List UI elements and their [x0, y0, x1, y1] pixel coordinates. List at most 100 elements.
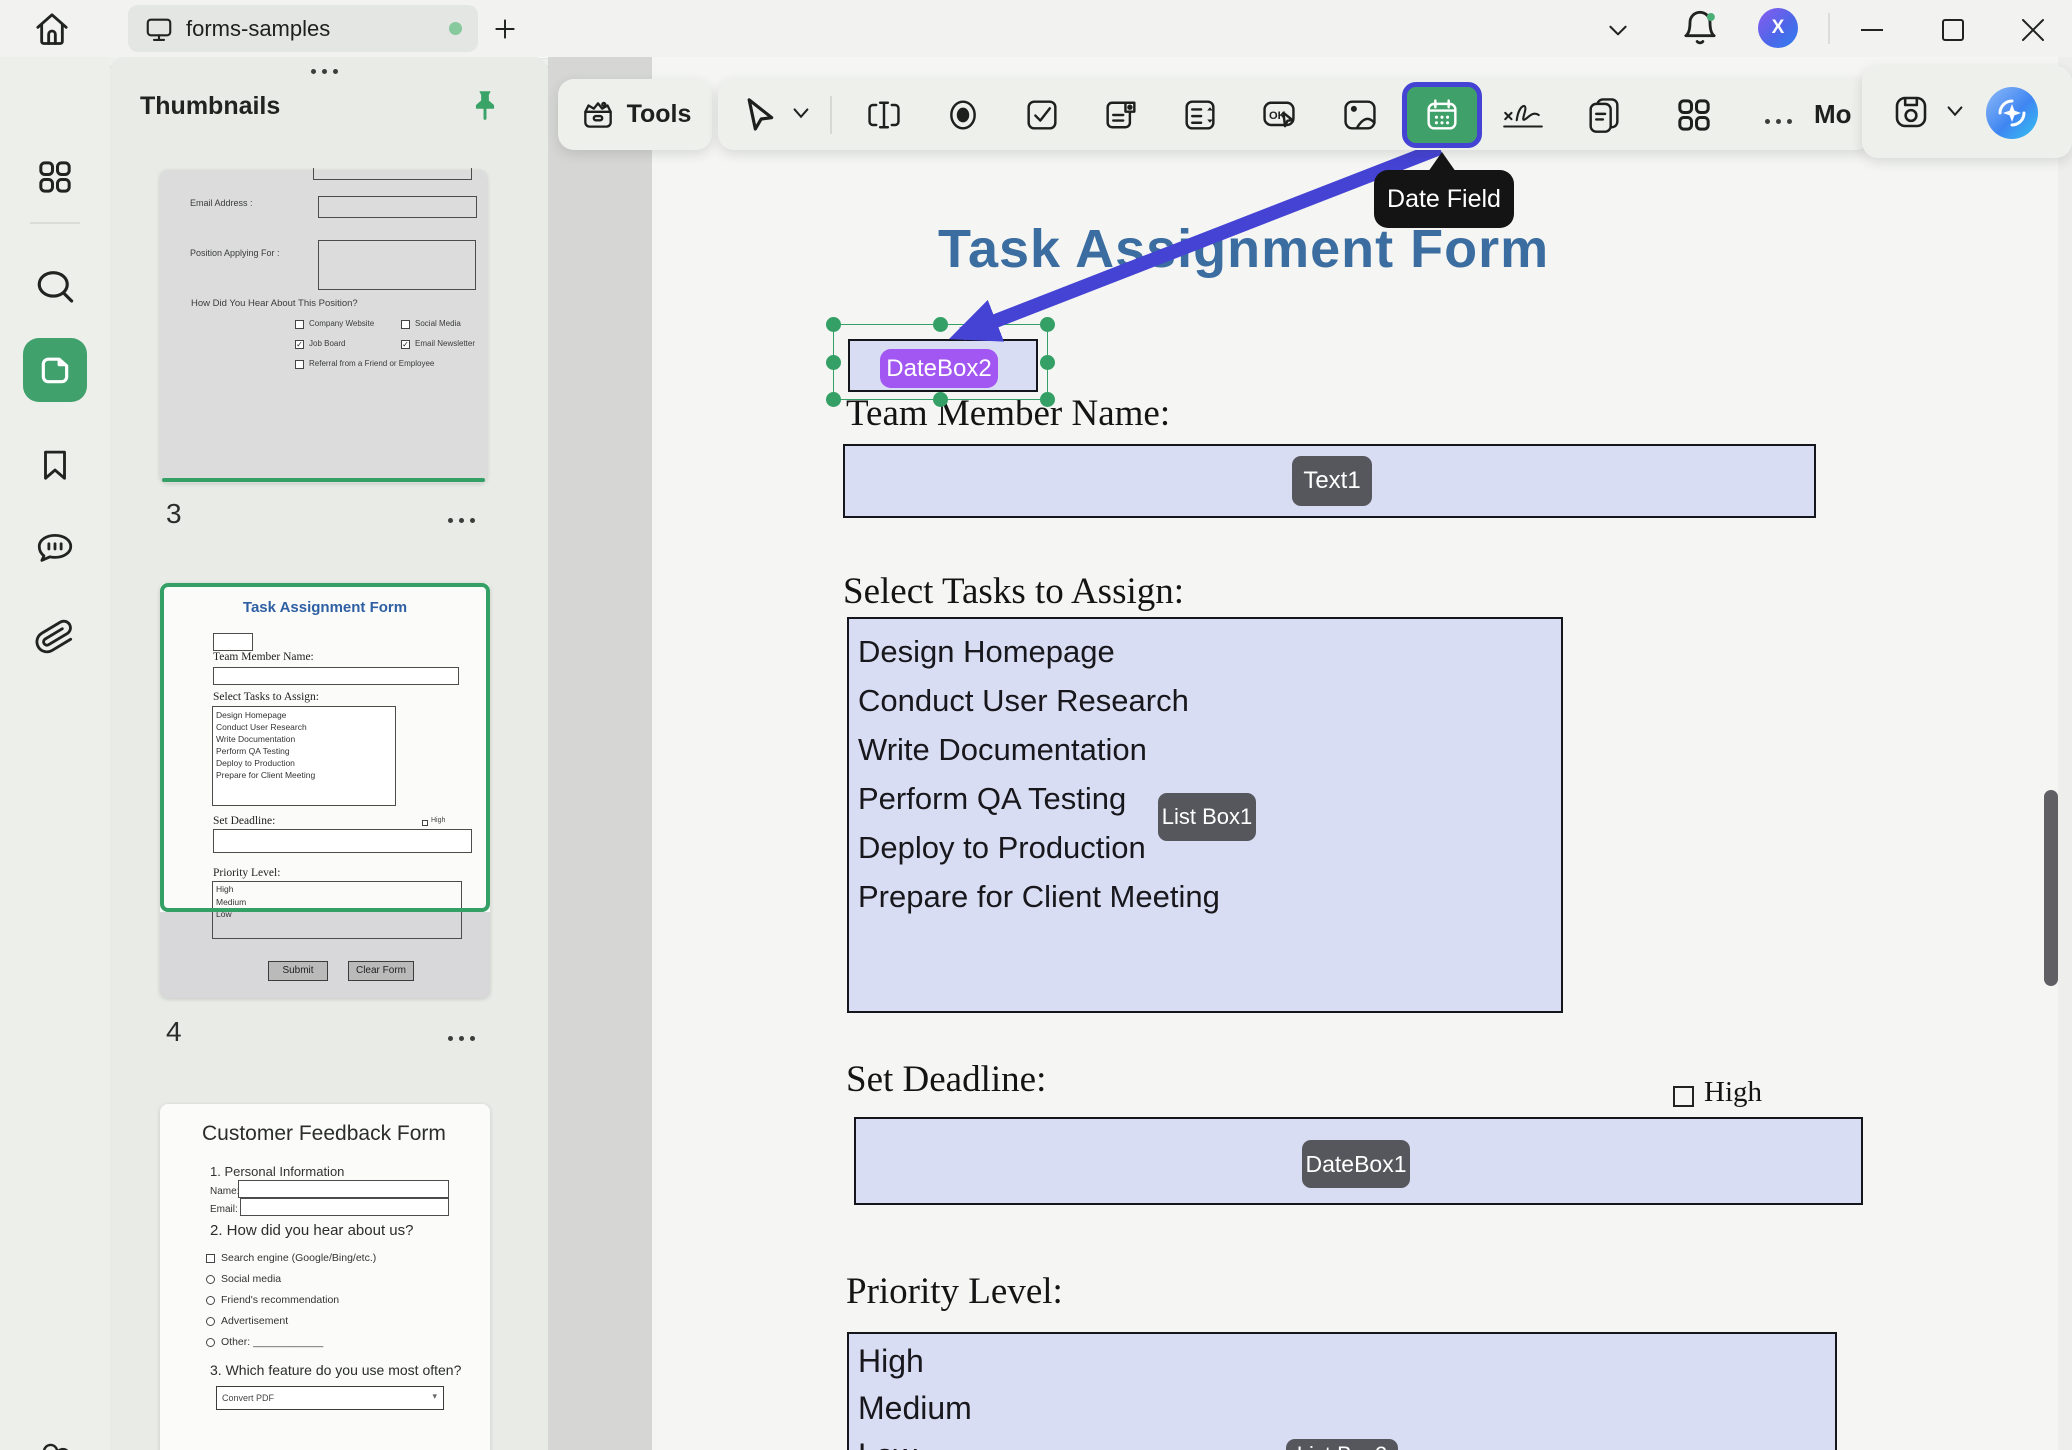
page-4-menu-button[interactable]	[445, 1028, 478, 1046]
list-box-icon	[1180, 95, 1220, 135]
image-field-icon	[1340, 95, 1380, 135]
mini-checkbox	[206, 1254, 215, 1263]
section-label: How Did You Hear About This Position?	[191, 298, 358, 309]
account-avatar[interactable]: X	[1758, 8, 1798, 48]
email-field	[318, 196, 477, 218]
combo-box-tool[interactable]	[1101, 95, 1141, 135]
task-item[interactable]: Write Documentation	[858, 725, 1561, 774]
selection-handle-w[interactable]	[826, 355, 841, 370]
mini-section: 3. Which feature do you use most often?	[210, 1362, 461, 1378]
mini-submit-button: Submit	[268, 961, 328, 981]
page-4-card[interactable]: Task Assignment Form Team Member Name: S…	[160, 583, 490, 998]
page-5-card[interactable]: Customer Feedback Form 1. Personal Infor…	[160, 1104, 490, 1450]
tab-list-button[interactable]	[1605, 17, 1631, 43]
mini-option-label: Advertisement	[221, 1315, 288, 1327]
chevron-down-icon	[1944, 103, 1966, 121]
tools-label: Tools	[627, 100, 692, 129]
push-button-tool[interactable]: OK	[1259, 95, 1299, 135]
arrange-fields-tool[interactable]	[1674, 95, 1714, 135]
combo-box-icon	[1101, 95, 1141, 135]
listbox2-field[interactable]: High Medium Low	[847, 1332, 1837, 1450]
priority-item[interactable]: Medium	[858, 1385, 1835, 1432]
selection-handle-n[interactable]	[933, 317, 948, 332]
scrollbar-track[interactable]	[2058, 57, 2072, 1450]
toolbar-more-button[interactable]	[1762, 111, 1795, 129]
document-tab[interactable]: forms-samples	[128, 5, 478, 52]
rail-grid-button[interactable]	[23, 145, 87, 209]
select-tool-button[interactable]	[740, 94, 780, 134]
new-tab-button[interactable]	[492, 16, 518, 42]
home-button[interactable]	[32, 9, 72, 49]
panel-drag-handle[interactable]	[308, 61, 341, 79]
priority-item[interactable]: High	[858, 1338, 1835, 1385]
page-number: 3	[166, 498, 182, 530]
mini-section: 2. How did you hear about us?	[210, 1222, 413, 1239]
close-icon	[2013, 17, 2053, 43]
panel-title: Thumbnails	[140, 92, 280, 121]
notifications-button[interactable]	[1680, 9, 1720, 49]
checkbox	[295, 360, 304, 369]
mini-radio	[206, 1296, 215, 1305]
tools-button[interactable]: Tools	[558, 79, 712, 150]
selection-handle-ne[interactable]	[1040, 317, 1055, 332]
select-tool-dropdown[interactable]	[790, 105, 812, 123]
date-field-tool[interactable]	[1402, 82, 1482, 148]
duplicate-fields-tool[interactable]	[1584, 95, 1624, 135]
selection-handle-nw[interactable]	[826, 317, 841, 332]
mini-option-label: Social media	[221, 1273, 281, 1285]
text-field-button[interactable]	[864, 95, 904, 135]
scrollbar-thumb[interactable]	[2044, 790, 2058, 986]
rail-comments-button[interactable]	[23, 517, 87, 581]
image-field-tool[interactable]	[1340, 95, 1380, 135]
ai-assistant-icon	[1984, 85, 2040, 141]
minimize-button[interactable]	[1852, 17, 1892, 43]
save-dropdown[interactable]	[1944, 103, 1966, 121]
page-3-menu-button[interactable]	[445, 510, 478, 528]
mini-name-field	[238, 1180, 449, 1198]
rail-attachments-button[interactable]	[23, 605, 87, 669]
more-label: Mo	[1814, 99, 1852, 130]
rail-bookmarks-button[interactable]	[23, 432, 87, 496]
rail-search-button[interactable]	[23, 255, 87, 319]
paperclip-icon	[35, 617, 75, 657]
high-checkbox[interactable]	[1673, 1086, 1694, 1107]
list-box-tool[interactable]	[1180, 95, 1220, 135]
date-field-tooltip: Date Field	[1374, 170, 1514, 228]
checkbox-label: Email Newsletter	[415, 339, 475, 348]
avatar-initial: X	[1772, 17, 1785, 39]
ai-assistant-button[interactable]	[1984, 85, 2040, 141]
tools-icon	[579, 96, 617, 134]
maximize-button[interactable]	[1933, 17, 1973, 43]
checkbox-tool[interactable]	[1022, 95, 1062, 135]
field-label: Position Applying For :	[190, 248, 280, 258]
signature-field-tool[interactable]	[1500, 95, 1546, 135]
high-checkbox-label: High	[1704, 1076, 1762, 1109]
plus-icon	[492, 16, 518, 42]
checkbox-label: Job Board	[309, 339, 345, 348]
task-item[interactable]: Design Homepage	[858, 627, 1561, 676]
titlebar-divider	[1828, 13, 1830, 44]
selection-handle-s[interactable]	[933, 392, 948, 407]
page-number: 4	[166, 1016, 182, 1048]
palette-icon	[33, 1435, 77, 1450]
mini-radio	[206, 1275, 215, 1284]
rail-thumbnails-button[interactable]	[23, 338, 87, 402]
radio-button-icon	[943, 95, 983, 135]
page-3-card[interactable]: Email Address : Position Applying For : …	[160, 170, 487, 483]
mini-radio	[206, 1338, 215, 1347]
selection-handle-se[interactable]	[1040, 392, 1055, 407]
search-icon	[34, 266, 76, 308]
listbox2-badge: List Box2	[1286, 1439, 1398, 1450]
rail-palette-button[interactable]	[23, 1425, 87, 1450]
selection-handle-sw[interactable]	[826, 392, 841, 407]
radio-button-tool[interactable]	[943, 95, 983, 135]
close-button[interactable]	[2013, 17, 2053, 43]
task-item[interactable]: Conduct User Research	[858, 676, 1561, 725]
save-button[interactable]	[1890, 91, 1932, 133]
chevron-down-icon	[1605, 17, 1631, 43]
listbox1-badge: List Box1	[1158, 793, 1256, 841]
selection-handle-e[interactable]	[1040, 355, 1055, 370]
pin-panel-button[interactable]	[470, 89, 500, 123]
task-item[interactable]: Prepare for Client Meeting	[858, 872, 1561, 921]
minimize-icon	[1852, 17, 1892, 43]
